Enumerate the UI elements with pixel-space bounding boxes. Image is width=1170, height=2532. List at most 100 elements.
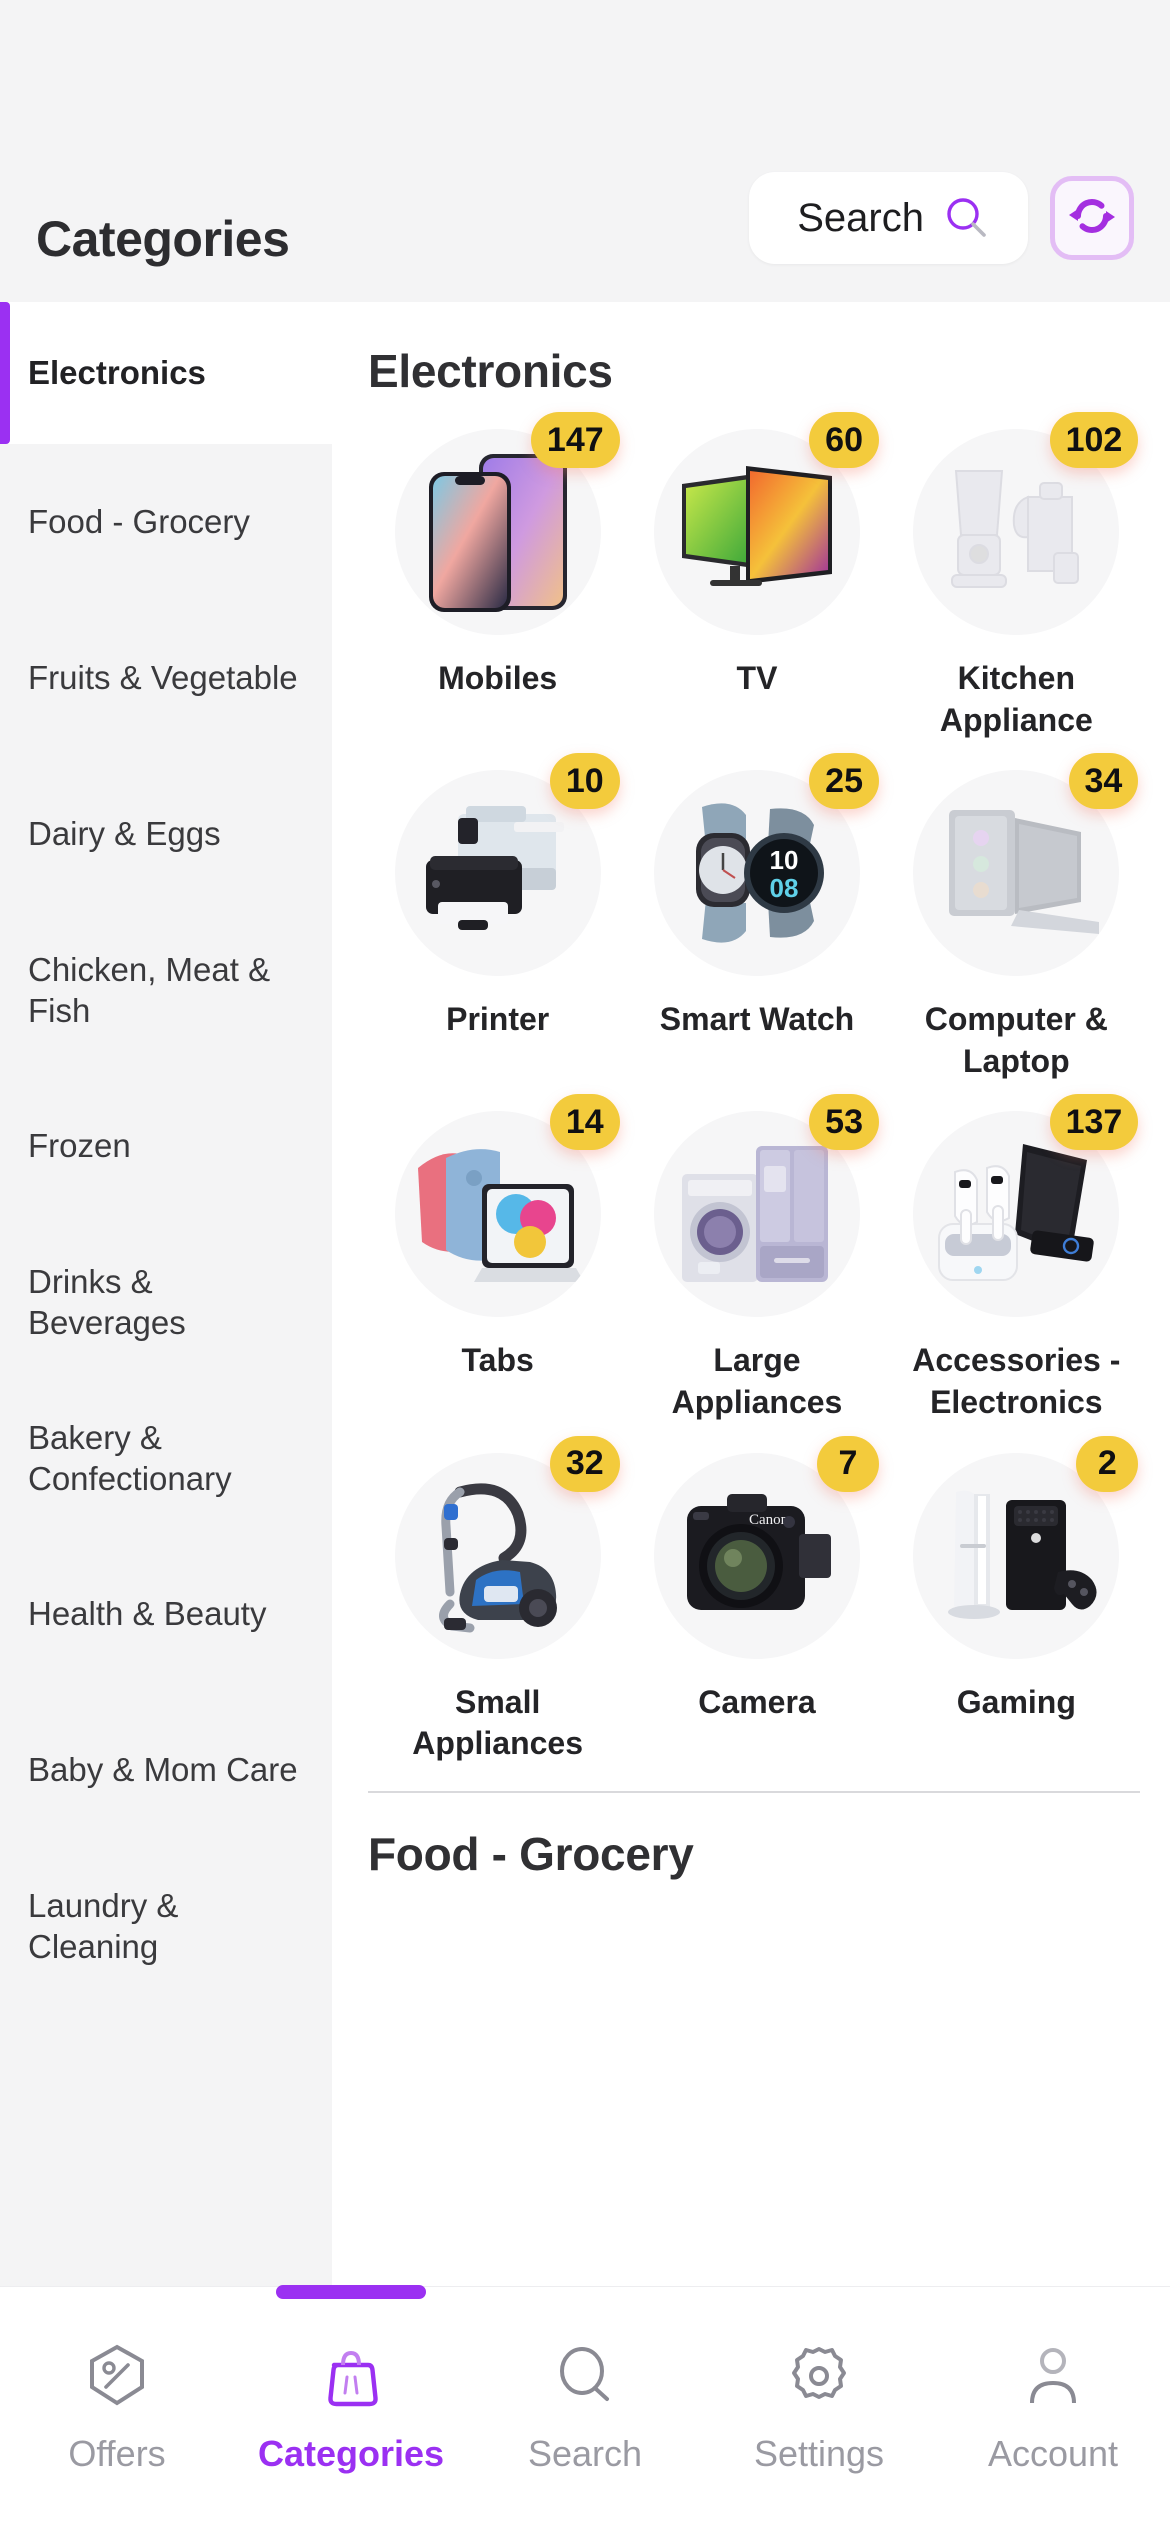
svg-text:10: 10 — [770, 845, 799, 875]
sidebar-item-label: Chicken, Meat & Fish — [28, 950, 271, 1029]
category-tile[interactable]: 10 08 25 Smart Watch — [627, 745, 886, 1082]
svg-text:08: 08 — [770, 873, 799, 903]
tab-account[interactable]: Account — [936, 2287, 1170, 2475]
sidebar-item-label: Dairy & Eggs — [28, 815, 221, 853]
category-sidebar[interactable]: Electronics Food - Grocery Fruits & Vege… — [0, 302, 332, 2286]
next-section-title: Food - Grocery — [368, 1827, 694, 1880]
category-tile[interactable]: 147 Mobiles — [368, 404, 627, 741]
tile-thumb-wrap: 34 — [910, 753, 1139, 979]
tab-settings[interactable]: Settings — [702, 2287, 936, 2475]
sidebar-item-label: Fruits & Vegetable — [28, 659, 298, 697]
sidebar-item-electronics[interactable]: Electronics — [0, 302, 332, 444]
shopping-bag-icon — [314, 2339, 388, 2413]
category-tile[interactable]: 102 Kitchen Appliance — [887, 404, 1146, 741]
page-title: Categories — [36, 211, 290, 267]
tile-thumb-wrap: 10 08 25 — [651, 753, 879, 979]
search-button[interactable]: Search — [749, 172, 1028, 264]
search-icon — [944, 196, 988, 240]
tile-thumb-wrap: 2 — [910, 1435, 1139, 1662]
tile-label: Large Appliances — [671, 1342, 843, 1420]
svg-text:Canon: Canon — [749, 1512, 789, 1528]
category-tile[interactable]: Canon 7 Camera — [627, 1428, 886, 1765]
sidebar-item-dairy-eggs[interactable]: Dairy & Eggs — [0, 756, 332, 912]
tile-label: Smart Watch — [659, 1001, 855, 1038]
tile-thumb-wrap: Canon 7 — [651, 1435, 879, 1662]
sidebar-item-label: Health & Beauty — [28, 1595, 267, 1633]
search-icon — [548, 2339, 622, 2413]
sidebar-item-laundry-cleaning[interactable]: Laundry & Cleaning — [0, 1848, 332, 2004]
sidebar-item-bakery-confectionary[interactable]: Bakery & Confectionary — [0, 1380, 332, 1536]
tile-count-badge: 53 — [809, 1094, 879, 1151]
sidebar-item-fruits-vegetable[interactable]: Fruits & Vegetable — [0, 600, 332, 756]
sidebar-item-chicken-meat-fish[interactable]: Chicken, Meat & Fish — [0, 912, 332, 1068]
sidebar-item-health-beauty[interactable]: Health & Beauty — [0, 1536, 332, 1692]
person-icon — [1016, 2339, 1090, 2413]
refresh-sync-icon — [1066, 190, 1118, 247]
tile-thumb-wrap: 147 — [392, 412, 620, 638]
tile-count-badge: 137 — [1049, 1094, 1139, 1151]
search-button-label: Search — [797, 196, 924, 240]
tile-count-badge: 25 — [809, 753, 879, 810]
sidebar-item-frozen[interactable]: Frozen — [0, 1068, 332, 1224]
body-split: Electronics Food - Grocery Fruits & Vege… — [0, 302, 1170, 2286]
tab-label: Offers — [68, 2433, 166, 2474]
tile-thumb-wrap: 14 — [392, 1094, 620, 1320]
sidebar-item-baby-mom-care[interactable]: Baby & Mom Care — [0, 1692, 332, 1848]
sidebar-item-label: Laundry & Cleaning — [28, 1886, 179, 1965]
category-tile[interactable]: 10 Printer — [368, 745, 627, 1082]
tile-thumb-wrap: 53 — [651, 1094, 879, 1320]
tile-thumb-wrap: 10 — [392, 753, 620, 979]
offer-tag-icon — [80, 2339, 154, 2413]
tab-offers[interactable]: Offers — [0, 2287, 234, 2475]
category-content: Electronics 147 Mobiles 60 TV 102 Kitche… — [332, 302, 1170, 2286]
sidebar-item-label: Frozen — [28, 1127, 131, 1165]
category-tile[interactable]: 137 Accessories - Electronics — [887, 1086, 1146, 1423]
tile-count-badge: 147 — [530, 412, 620, 468]
section-title: Electronics — [368, 345, 613, 397]
category-tile[interactable]: 53 Large Appliances — [627, 1086, 886, 1423]
app-header: Categories Search — [0, 0, 1170, 302]
refresh-button[interactable] — [1050, 176, 1134, 260]
tile-count-badge: 10 — [549, 753, 620, 810]
sidebar-item-label: Bakery & Confectionary — [28, 1418, 232, 1497]
tab-search[interactable]: Search — [468, 2287, 702, 2475]
tab-label: Settings — [753, 2433, 885, 2474]
tile-label: Accessories - Electronics — [912, 1342, 1121, 1420]
tile-thumb-wrap: 32 — [392, 1435, 620, 1662]
tile-count-badge: 60 — [809, 412, 879, 468]
category-tile[interactable]: 60 TV — [627, 404, 886, 741]
tab-label: Search — [527, 2433, 643, 2474]
sidebar-item-label: Baby & Mom Care — [28, 1751, 298, 1789]
tile-label: Small Appliances — [412, 1683, 584, 1762]
category-tile[interactable]: 34 Computer & Laptop — [887, 745, 1146, 1082]
bottom-nav: Offers Categories Search Settings Accoun… — [0, 2285, 1170, 2532]
tile-label: Computer & Laptop — [924, 1001, 1108, 1079]
tab-categories[interactable]: Categories — [234, 2285, 468, 2475]
app-screen: Categories Search Electronics Food - Gro… — [0, 0, 1170, 2532]
sidebar-item-label: Food - Grocery — [28, 503, 250, 541]
tab-label: Categories — [257, 2433, 445, 2474]
category-grid: 147 Mobiles 60 TV 102 Kitchen Appliance … — [368, 404, 1146, 1765]
tile-thumb-wrap: 102 — [910, 412, 1139, 638]
category-tile[interactable]: 14 Tabs — [368, 1086, 627, 1423]
active-tab-indicator — [276, 2285, 426, 2299]
tile-count-badge: 14 — [549, 1094, 620, 1151]
tile-label: Mobiles — [438, 660, 558, 696]
sidebar-item-drinks-beverages[interactable]: Drinks & Beverages — [0, 1224, 332, 1380]
header-actions: Search — [749, 172, 1134, 264]
gear-icon — [782, 2339, 856, 2413]
tile-label: Kitchen Appliance — [939, 660, 1093, 738]
sidebar-item-food-grocery[interactable]: Food - Grocery — [0, 444, 332, 600]
sidebar-item-label: Drinks & Beverages — [28, 1262, 186, 1341]
tile-thumb-wrap: 60 — [651, 412, 879, 638]
tile-label: Printer — [446, 1001, 550, 1038]
tab-label: Account — [987, 2433, 1119, 2474]
tile-count-badge: 32 — [549, 1435, 620, 1492]
category-tile[interactable]: 2 Gaming — [887, 1428, 1146, 1765]
tile-label: Camera — [698, 1683, 816, 1720]
sidebar-item-label: Electronics — [28, 354, 206, 392]
tile-label: Tabs — [461, 1342, 534, 1379]
tile-count-badge: 2 — [1076, 1435, 1139, 1492]
tile-thumb-wrap: 137 — [910, 1094, 1139, 1320]
category-tile[interactable]: 32 Small Appliances — [368, 1428, 627, 1765]
